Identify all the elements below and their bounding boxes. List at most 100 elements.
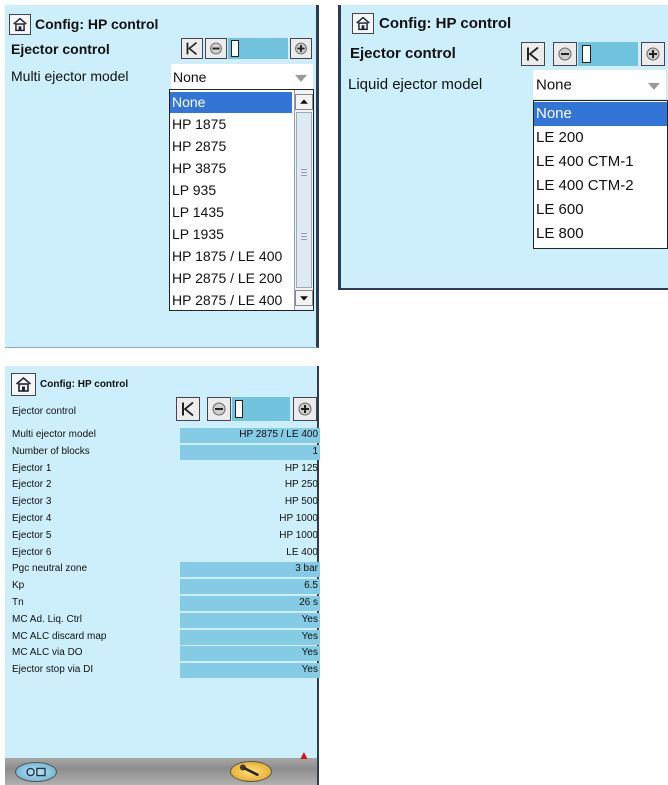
liquid-ejector-model-select[interactable]: None: [533, 70, 666, 99]
parameter-row[interactable]: MC ALC via DO Yes: [10, 646, 320, 662]
dropdown-option[interactable]: LE 400 CTM-1: [534, 150, 667, 174]
login-icon: [26, 767, 46, 777]
parameter-label: Ejector 2: [12, 479, 52, 491]
section-title: Ejector control: [12, 406, 76, 417]
home-button[interactable]: [352, 13, 374, 34]
scroll-down-icon: [300, 296, 308, 301]
first-page-button[interactable]: [176, 397, 200, 421]
parameter-value[interactable]: 1: [312, 446, 318, 457]
dropdown-option[interactable]: LE 400 CTM-2: [534, 174, 667, 198]
screen-ejector-control-parameters: Config: HP control Ejector control Multi…: [5, 366, 320, 785]
dropdown-option[interactable]: HP 3875: [170, 158, 292, 179]
dropdown-option[interactable]: LE 200: [534, 126, 667, 150]
parameter-value[interactable]: 6.5: [304, 580, 318, 591]
first-page-icon: [182, 401, 194, 417]
scroll-up-icon: [300, 99, 308, 104]
dropdown-option[interactable]: LE 600: [534, 198, 667, 222]
dropdown-scrollbar[interactable]: [294, 90, 313, 310]
parameter-value[interactable]: Yes: [302, 614, 318, 625]
home-button[interactable]: [11, 373, 36, 396]
dropdown-option[interactable]: None: [534, 102, 667, 126]
next-page-button[interactable]: [293, 397, 317, 421]
parameter-value[interactable]: HP 2875 / LE 400: [239, 429, 318, 440]
next-page-icon: [298, 402, 312, 416]
parameter-label: MC ALC via DO: [12, 647, 83, 659]
previous-page-icon: [210, 42, 222, 55]
parameter-value[interactable]: 26 s: [299, 597, 318, 608]
dropdown-option[interactable]: HP 2875 / LE 200: [170, 268, 292, 289]
scroll-thumb[interactable]: [296, 112, 312, 288]
parameter-label: Ejector 5: [12, 529, 52, 541]
parameter-label: Ejector 3: [12, 496, 52, 508]
next-page-button[interactable]: [641, 42, 665, 66]
parameter-value[interactable]: 3 bar: [295, 563, 318, 574]
multi-ejector-model-label: Multi ejector model: [11, 68, 129, 84]
parameter-row[interactable]: Multi ejector model HP 2875 / LE 400: [10, 428, 320, 444]
parameter-label: Multi ejector model: [12, 429, 96, 440]
parameter-row: Ejector 1 HP 125: [10, 462, 320, 478]
multi-ejector-model-select[interactable]: None: [171, 64, 313, 89]
editable-cell-bg: [180, 646, 320, 662]
login-button[interactable]: [15, 762, 57, 782]
parameter-label: MC ALC discard map: [12, 630, 107, 642]
parameter-label: Ejector 1: [12, 462, 52, 474]
footer-bar: ▲: [5, 748, 317, 785]
dropdown-option[interactable]: LE 800: [534, 222, 667, 246]
previous-page-button[interactable]: [205, 38, 227, 59]
service-tool-button[interactable]: [230, 761, 272, 782]
parameter-row[interactable]: Pgc neutral zone 3 bar: [10, 562, 320, 578]
previous-page-button[interactable]: [553, 42, 577, 66]
parameter-value: HP 250: [284, 479, 318, 491]
first-page-button[interactable]: [521, 42, 545, 66]
parameter-row[interactable]: Ejector stop via DI Yes: [10, 663, 320, 679]
parameter-value[interactable]: Yes: [302, 664, 318, 675]
first-page-button[interactable]: [181, 38, 203, 59]
home-icon: [13, 17, 27, 32]
parameter-row[interactable]: Tn 26 s: [10, 596, 320, 612]
dropdown-option[interactable]: LP 935: [170, 180, 292, 201]
first-page-icon: [186, 41, 198, 56]
dropdown-option[interactable]: LP 1935: [170, 224, 292, 245]
parameter-value[interactable]: Yes: [302, 631, 318, 642]
next-page-icon: [646, 47, 660, 61]
parameter-row: Ejector 3 HP 500: [10, 495, 320, 511]
parameter-label: Ejector stop via DI: [12, 664, 94, 676]
parameter-value[interactable]: Yes: [302, 647, 318, 658]
next-page-button[interactable]: [290, 38, 312, 59]
liquid-ejector-model-label: Liquid ejector model: [348, 76, 483, 93]
parameter-row: Ejector 5 HP 1000: [10, 529, 320, 545]
home-icon: [356, 16, 370, 31]
dropdown-option[interactable]: None: [170, 92, 292, 113]
parameter-row[interactable]: MC ALC discard map Yes: [10, 629, 320, 646]
section-title: Ejector control: [350, 45, 456, 62]
parameter-label: Ejector 6: [12, 546, 52, 558]
scroll-down-button[interactable]: [295, 290, 313, 306]
previous-page-button[interactable]: [207, 397, 231, 421]
model-dropdown-list: None LE 200 LE 400 CTM-1 LE 400 CTM-2 LE…: [533, 100, 668, 249]
previous-page-icon: [558, 47, 572, 61]
chevron-down-icon: [648, 82, 660, 90]
parameter-row[interactable]: MC Ad. Liq. Ctrl Yes: [10, 612, 320, 629]
dropdown-option[interactable]: HP 1875 / LE 400: [170, 246, 292, 267]
dropdown-option[interactable]: HP 2875: [170, 136, 292, 157]
scroll-up-button[interactable]: [295, 94, 313, 110]
dropdown-option[interactable]: HP 1875: [170, 114, 292, 135]
dropdown-option[interactable]: LP 1435: [170, 202, 292, 223]
home-button[interactable]: [9, 14, 31, 35]
alarm-bell-icon[interactable]: ▲: [298, 748, 310, 762]
page-indicator: [232, 397, 290, 421]
page-indicator-icon: [582, 45, 591, 63]
parameter-label: Pgc neutral zone: [12, 563, 88, 575]
previous-page-icon: [212, 402, 226, 416]
section-title: Ejector control: [11, 41, 110, 57]
page-title: Config: HP control: [40, 379, 129, 390]
next-page-icon: [295, 42, 307, 55]
model-dropdown-list: None HP 1875 HP 2875 HP 3875 LP 935 LP 1…: [169, 89, 314, 311]
dropdown-option[interactable]: HP 2875 / LE 400: [170, 290, 292, 311]
parameter-label: Ejector 4: [12, 513, 52, 524]
parameter-value: HP 500: [284, 496, 318, 508]
parameter-label: MC Ad. Liq. Ctrl: [12, 613, 83, 625]
screen-liquid-ejector-dropdown: Config: HP control Ejector control Liqui…: [338, 5, 668, 290]
parameter-row[interactable]: Number of blocks 1: [10, 444, 320, 461]
parameter-row[interactable]: Kp 6.5: [10, 579, 320, 595]
